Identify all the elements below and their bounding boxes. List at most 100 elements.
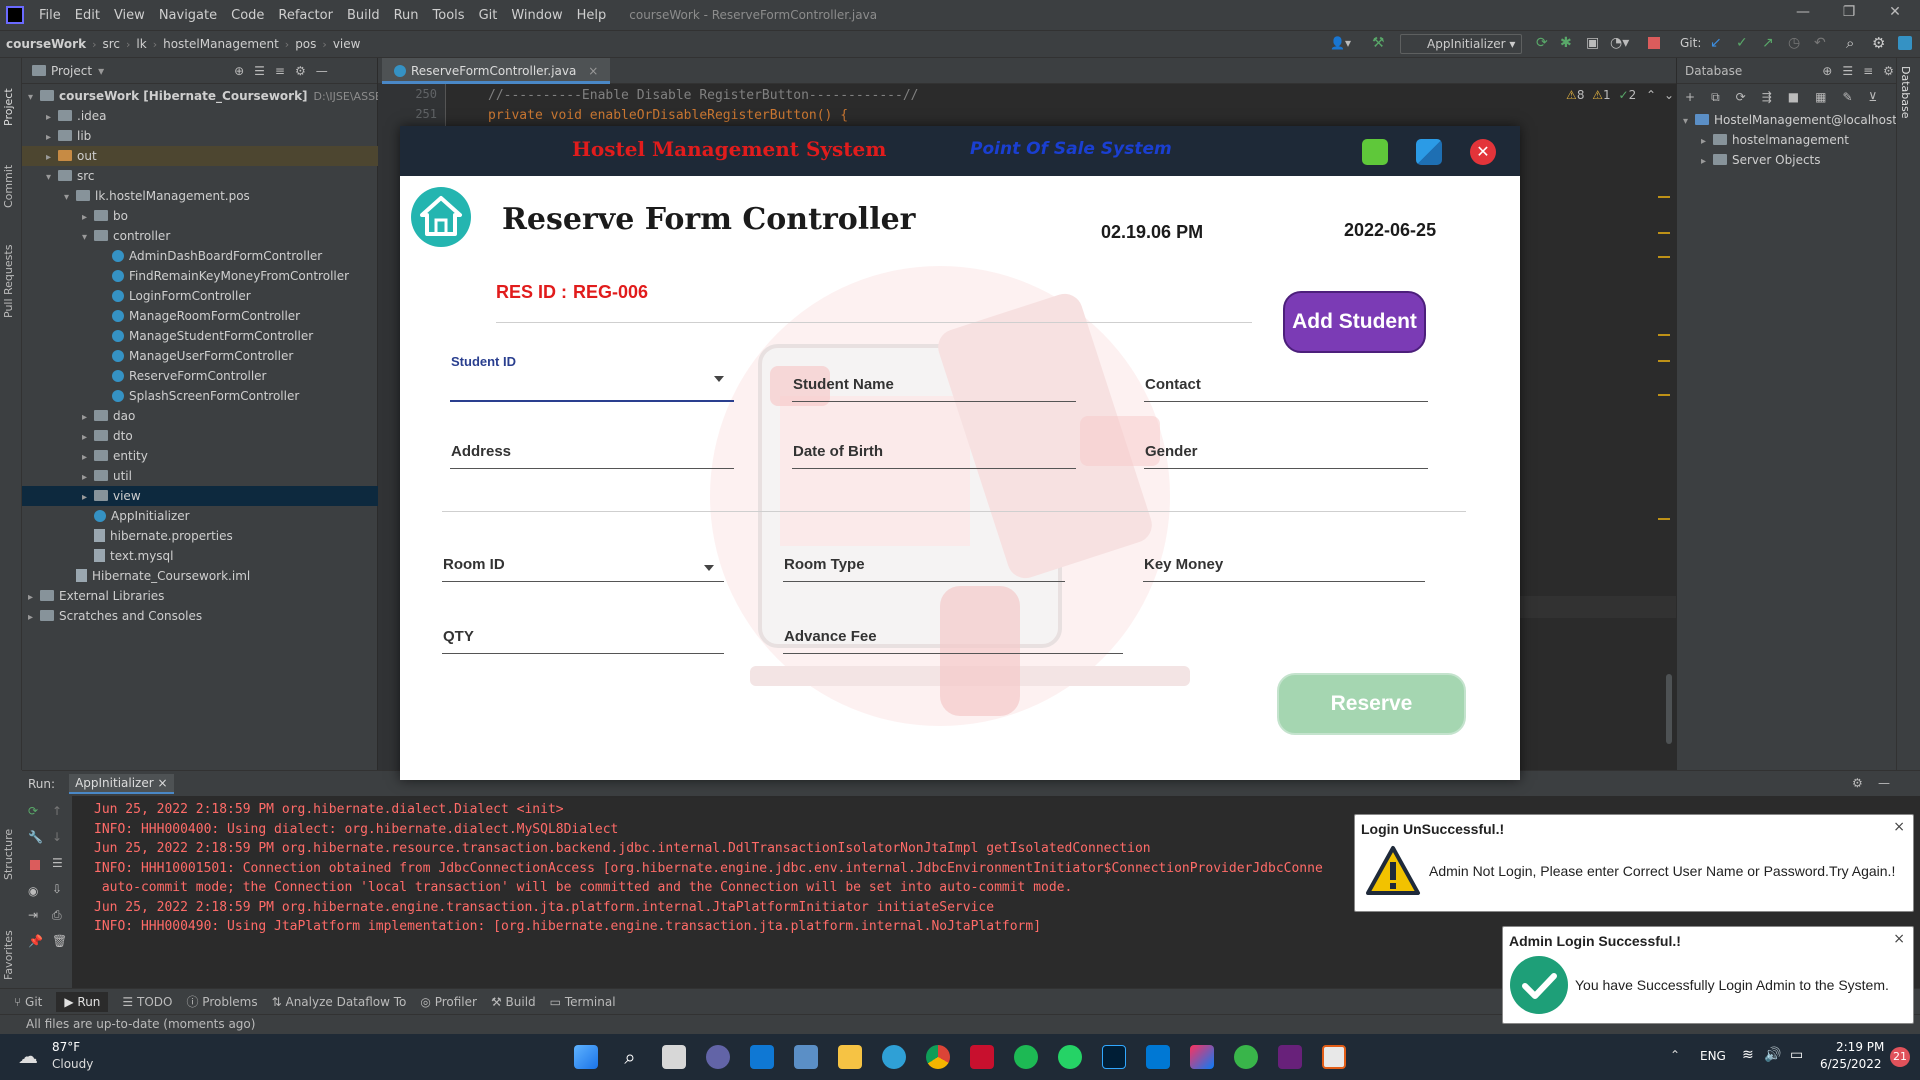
editor-scrollbar[interactable] [1666, 674, 1672, 744]
chevron-right-icon[interactable]: ▸ [46, 108, 58, 128]
tree-item[interactable]: ▸ dto [22, 426, 378, 446]
tree-item[interactable]: Hibernate_Coursework.iml [22, 566, 378, 586]
tool-run[interactable]: ▶ Run [56, 991, 109, 1012]
notification-login-unsuccessful[interactable]: Login UnSuccessful.! × Admin Not Login, … [1354, 814, 1914, 912]
tree-item[interactable]: ▸ lib [22, 126, 378, 146]
minimize-button[interactable]: — [1780, 4, 1826, 26]
chrome-icon[interactable] [926, 1045, 950, 1069]
game-icon[interactable] [970, 1045, 994, 1069]
tree-item[interactable]: ▸ Scratches and Consoles [22, 606, 378, 626]
photos-icon[interactable] [794, 1045, 818, 1069]
chevron-down-icon[interactable]: ▾ [1683, 112, 1695, 132]
tab-reserve-form-controller[interactable]: ReserveFormController.java × [382, 58, 611, 84]
stop-icon[interactable] [1648, 37, 1660, 49]
error-stripe-mark[interactable] [1658, 394, 1670, 396]
weather-temp[interactable]: 87°F [52, 1040, 80, 1054]
coverage-icon[interactable]: ▣ [1586, 35, 1599, 51]
db-tree-item[interactable]: ▸ Server Objects [1677, 150, 1895, 170]
address-field[interactable]: Address [450, 433, 734, 469]
git-push-icon[interactable]: ↗ [1762, 35, 1774, 51]
debug-icon[interactable]: ✱ [1560, 35, 1572, 51]
project-panel-title[interactable]: Project [51, 64, 92, 78]
menu-navigate[interactable]: Navigate [152, 8, 224, 23]
profile-icon[interactable]: ◔▾ [1610, 35, 1629, 51]
error-stripe-mark[interactable] [1658, 256, 1670, 258]
contact-field[interactable]: Contact [1144, 366, 1428, 402]
tree-item[interactable]: LoginFormController [22, 286, 378, 306]
add-icon[interactable]: + [1685, 90, 1695, 104]
tree-item[interactable]: ▸ entity [22, 446, 378, 466]
collapse-all-icon[interactable]: ≡ [275, 64, 285, 78]
panel-gear-icon[interactable]: ⚙ [1883, 64, 1894, 78]
chevron-down-icon[interactable] [714, 376, 724, 382]
db-tree-item[interactable]: ▸ hostelmanagement [1677, 130, 1895, 150]
spotify-icon[interactable] [1014, 1045, 1038, 1069]
tree-item[interactable]: AdminDashBoardFormController [22, 246, 378, 266]
tool-todo[interactable]: ☰ TODO [122, 995, 172, 1009]
hide-panel-icon[interactable]: — [316, 64, 328, 78]
inspection-widget[interactable]: ⚠8 ⚠1 ✓2 ⌃ ⌄ [1566, 88, 1674, 102]
exit-icon[interactable]: ⇥ [28, 908, 38, 922]
volume-icon[interactable]: 🔊 [1764, 1047, 1781, 1063]
breadcrumb-lk[interactable]: lk [130, 37, 152, 51]
stop-icon[interactable]: ■ [1788, 90, 1799, 104]
refresh-icon[interactable]: ⟳ [1736, 90, 1746, 104]
print-icon[interactable]: ⎙ [52, 908, 62, 923]
tool-analyze-dataflow[interactable]: ⇅ Analyze Dataflow To [272, 995, 407, 1009]
tool-terminal[interactable]: ▭ Terminal [550, 995, 616, 1009]
menu-help[interactable]: Help [570, 8, 614, 23]
vscode-icon[interactable] [1146, 1045, 1170, 1069]
language-indicator[interactable]: ENG [1700, 1049, 1726, 1063]
app-minimize-button[interactable] [1362, 139, 1388, 165]
rerun-icon[interactable]: ⟳ [1536, 35, 1548, 51]
photoshop-icon[interactable] [1102, 1045, 1126, 1069]
tree-item[interactable]: hibernate.properties [22, 526, 378, 546]
app-maximize-button[interactable] [1416, 139, 1442, 165]
breadcrumb-pos[interactable]: pos [289, 37, 322, 51]
error-stripe-mark[interactable] [1658, 360, 1670, 362]
tree-item[interactable]: ▸ util [22, 466, 378, 486]
tool-profiler[interactable]: ◎ Profiler [420, 995, 477, 1009]
close-icon[interactable]: × [1893, 931, 1905, 947]
settings-gear-icon[interactable]: ⚙ [1872, 34, 1885, 52]
weather-desc[interactable]: Cloudy [52, 1057, 93, 1071]
menu-refactor[interactable]: Refactor [271, 8, 340, 23]
tree-item[interactable]: ▸ External Libraries [22, 586, 378, 606]
date-of-birth-field[interactable]: Date of Birth [792, 433, 1076, 469]
student-id-combobox[interactable]: Student ID [450, 346, 734, 402]
schema-icon[interactable]: ⇶ [1762, 90, 1772, 104]
tree-item[interactable]: text.mysql [22, 546, 378, 566]
error-stripe-mark[interactable] [1658, 196, 1670, 198]
git-update-icon[interactable]: ↙ [1710, 35, 1722, 51]
search-icon[interactable]: ⌕ [1846, 34, 1854, 52]
tool-build[interactable]: ⚒ Build [491, 995, 536, 1009]
chevron-right-icon[interactable]: ▸ [82, 468, 94, 488]
tab-pull-requests-stripe[interactable]: Pull Requests [2, 218, 20, 318]
wifi-icon[interactable]: ≋ [1742, 1047, 1754, 1063]
student-name-field[interactable]: Student Name [792, 366, 1076, 402]
tab-favorites-stripe[interactable]: Favorites [2, 900, 20, 980]
error-stripe-mark[interactable] [1658, 518, 1670, 520]
file-explorer-icon[interactable] [838, 1045, 862, 1069]
edit-icon[interactable]: ✎ [1842, 90, 1852, 104]
menu-file[interactable]: File [32, 8, 68, 23]
git-rollback-icon[interactable]: ↶ [1814, 35, 1826, 51]
chevron-right-icon[interactable]: ▸ [82, 208, 94, 228]
tree-item[interactable]: ▸ out [22, 146, 378, 166]
room-id-combobox[interactable]: Room ID [442, 546, 724, 582]
next-highlight-icon[interactable]: ⌄ [1664, 88, 1674, 102]
user-icon[interactable]: 👤▾ [1330, 36, 1351, 50]
menu-code[interactable]: Code [224, 8, 271, 23]
tab-run-appinitializer[interactable]: AppInitializer × [69, 773, 174, 794]
chevron-right-icon[interactable]: ▸ [46, 148, 58, 168]
scroll-end-icon[interactable]: ⇩ [52, 882, 62, 896]
tab-structure-stripe[interactable]: Structure [2, 800, 20, 880]
chat-icon[interactable] [706, 1045, 730, 1069]
tab-commit-stripe[interactable]: Commit [2, 138, 20, 208]
chevron-down-icon[interactable] [704, 565, 714, 571]
key-money-field[interactable]: Key Money [1143, 546, 1425, 582]
tree-item[interactable]: SplashScreenFormController [22, 386, 378, 406]
breadcrumb-src[interactable]: src [96, 37, 126, 51]
chevron-down-icon[interactable]: ▾ [28, 88, 40, 108]
java-app-icon[interactable] [1322, 1045, 1346, 1069]
